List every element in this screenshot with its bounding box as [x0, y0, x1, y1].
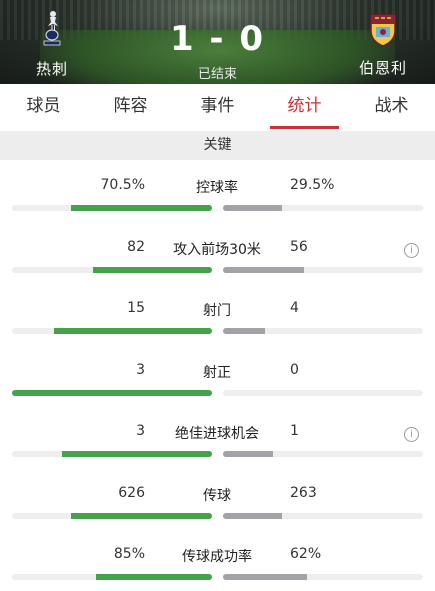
home-stat-bar-fill: [96, 574, 212, 580]
home-stat-bar-fill: [93, 266, 212, 273]
away-stat-bar-fill: [223, 205, 282, 211]
stat-row: 3 射正 0: [0, 345, 435, 407]
away-team-name: 伯恩利: [358, 59, 407, 77]
away-stat-bar-fill: [223, 451, 273, 457]
stat-row: 3 绝佳进球机会 1 i: [0, 406, 435, 468]
away-stat-bar-fill: [223, 512, 283, 519]
away-stat-value: 29.5%: [290, 177, 335, 193]
away-stat-bar-fill: [223, 574, 307, 580]
away-stat-value: 62%: [290, 546, 322, 562]
tab-lineup[interactable]: 阵容: [87, 84, 174, 131]
home-stat-bar: [12, 205, 212, 211]
home-stat-bar: [12, 574, 212, 580]
away-stat-bar: [223, 328, 423, 334]
info-icon[interactable]: i: [404, 242, 419, 258]
stat-label: 绝佳进球机会: [175, 426, 259, 442]
away-stat-value: 4: [290, 300, 299, 316]
away-stat-bar: [223, 574, 423, 580]
stat-row: 82 攻入前场30米 56 i: [0, 222, 435, 284]
home-stat-bar: [12, 451, 212, 457]
away-stat-bar-fill: [223, 328, 265, 334]
info-icon[interactable]: i: [404, 427, 419, 442]
stats-list: 70.5% 控球率 29.5% 82 攻入前场30米 56 i 15 射门 4 3 射正 0 3 绝佳进球机…: [0, 160, 435, 591]
away-stat-value: 56: [290, 238, 308, 255]
home-stat-bar: [12, 266, 212, 273]
tab-players[interactable]: 球员: [0, 84, 87, 131]
tab-tactics[interactable]: 战术: [348, 84, 435, 131]
tab-events[interactable]: 事件: [174, 84, 261, 131]
section-header-key: 关键: [0, 131, 435, 160]
away-stat-value: 263: [290, 484, 317, 501]
stat-row: 15 射门 4: [0, 283, 435, 345]
stat-label: 攻入前场30米: [173, 241, 261, 258]
away-stat-value: 1: [290, 423, 299, 439]
stat-label: 传球成功率: [182, 549, 252, 565]
stat-row: 626 传球 263: [0, 468, 435, 530]
stat-row: 70.5% 控球率 29.5%: [0, 160, 435, 222]
home-stat-bar: [12, 512, 212, 519]
away-stat-value: 0: [290, 361, 299, 378]
stat-label: 传球: [203, 487, 231, 504]
stat-label: 控球率: [196, 180, 238, 196]
away-stat-bar: [223, 205, 423, 211]
away-stat-bar: [223, 266, 423, 273]
burnley-crest-icon: [369, 13, 397, 47]
home-stat-bar-fill: [71, 205, 212, 211]
away-team[interactable]: 伯恩利: [338, 10, 428, 78]
home-stat-bar: [12, 328, 212, 334]
stat-label: 射门: [203, 303, 231, 319]
home-stat-bar-fill: [54, 328, 212, 334]
away-stat-bar-fill: [223, 266, 305, 273]
stat-row: 85% 传球成功率 62%: [0, 529, 435, 591]
home-stat-bar: [12, 389, 212, 396]
stat-label: 射正: [203, 364, 231, 381]
away-stat-bar: [223, 389, 423, 396]
match-header: 热刺 1 - 0 已结束 伯恩利: [0, 0, 435, 84]
tab-stats[interactable]: 统计: [261, 84, 348, 131]
away-stat-bar: [223, 451, 423, 457]
home-stat-bar-fill: [71, 512, 212, 519]
home-stat-bar-fill: [62, 451, 212, 457]
tab-bar: 球员 阵容 事件 统计 战术: [0, 84, 435, 131]
home-stat-bar-fill: [12, 389, 212, 396]
away-stat-bar: [223, 512, 423, 519]
